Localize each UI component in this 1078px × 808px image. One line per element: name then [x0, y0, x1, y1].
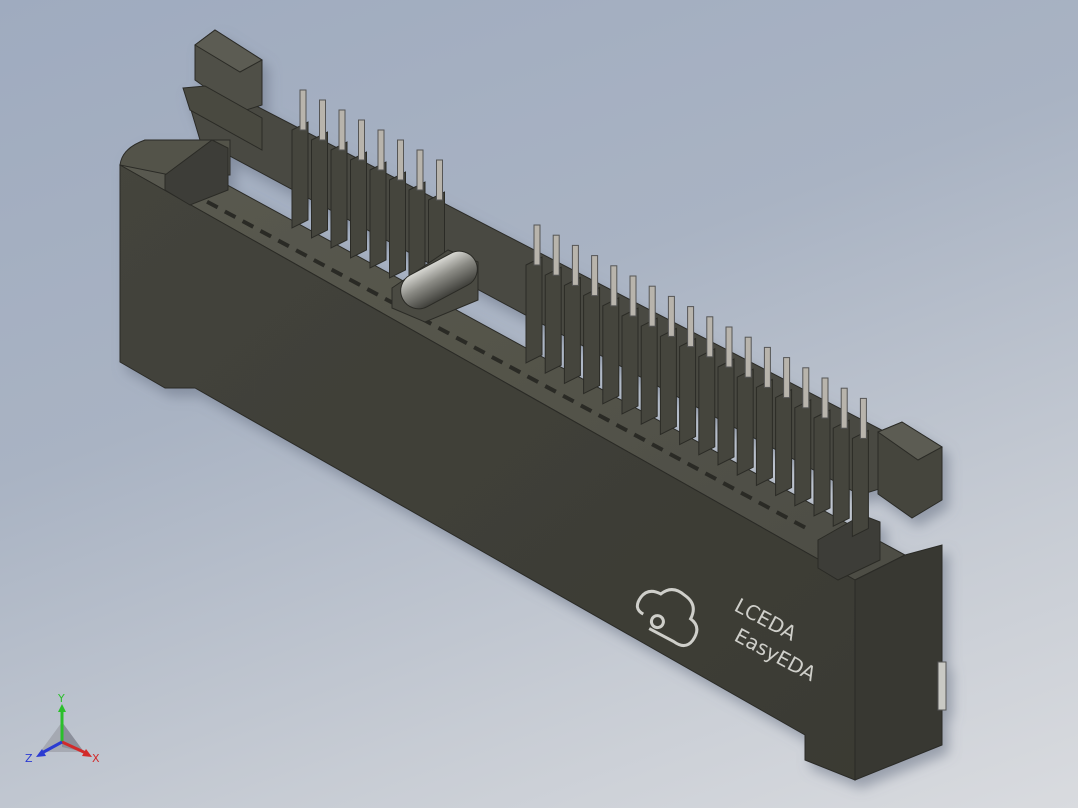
right-tab: [937, 661, 947, 711]
contact-pin: [311, 99, 328, 239]
connector-model[interactable]: LCEDA EasyEDA: [0, 0, 1078, 808]
contact-pin: [544, 234, 562, 375]
right-end-face: [854, 544, 943, 781]
contact-pin: [291, 89, 309, 229]
3d-viewport[interactable]: LCEDA EasyEDA Y X Z: [0, 0, 1078, 808]
contact-pin: [369, 129, 387, 269]
contact-pin: [389, 139, 406, 279]
contact-pin: [330, 109, 348, 249]
orientation-triad: Y X Z: [25, 692, 100, 765]
y-axis-label: Y: [57, 692, 65, 705]
x-axis-label: X: [92, 752, 100, 765]
contact-pin: [525, 224, 543, 364]
contact-pin: [350, 119, 367, 259]
z-axis-label: Z: [25, 752, 33, 765]
contact-pin: [563, 244, 581, 385]
